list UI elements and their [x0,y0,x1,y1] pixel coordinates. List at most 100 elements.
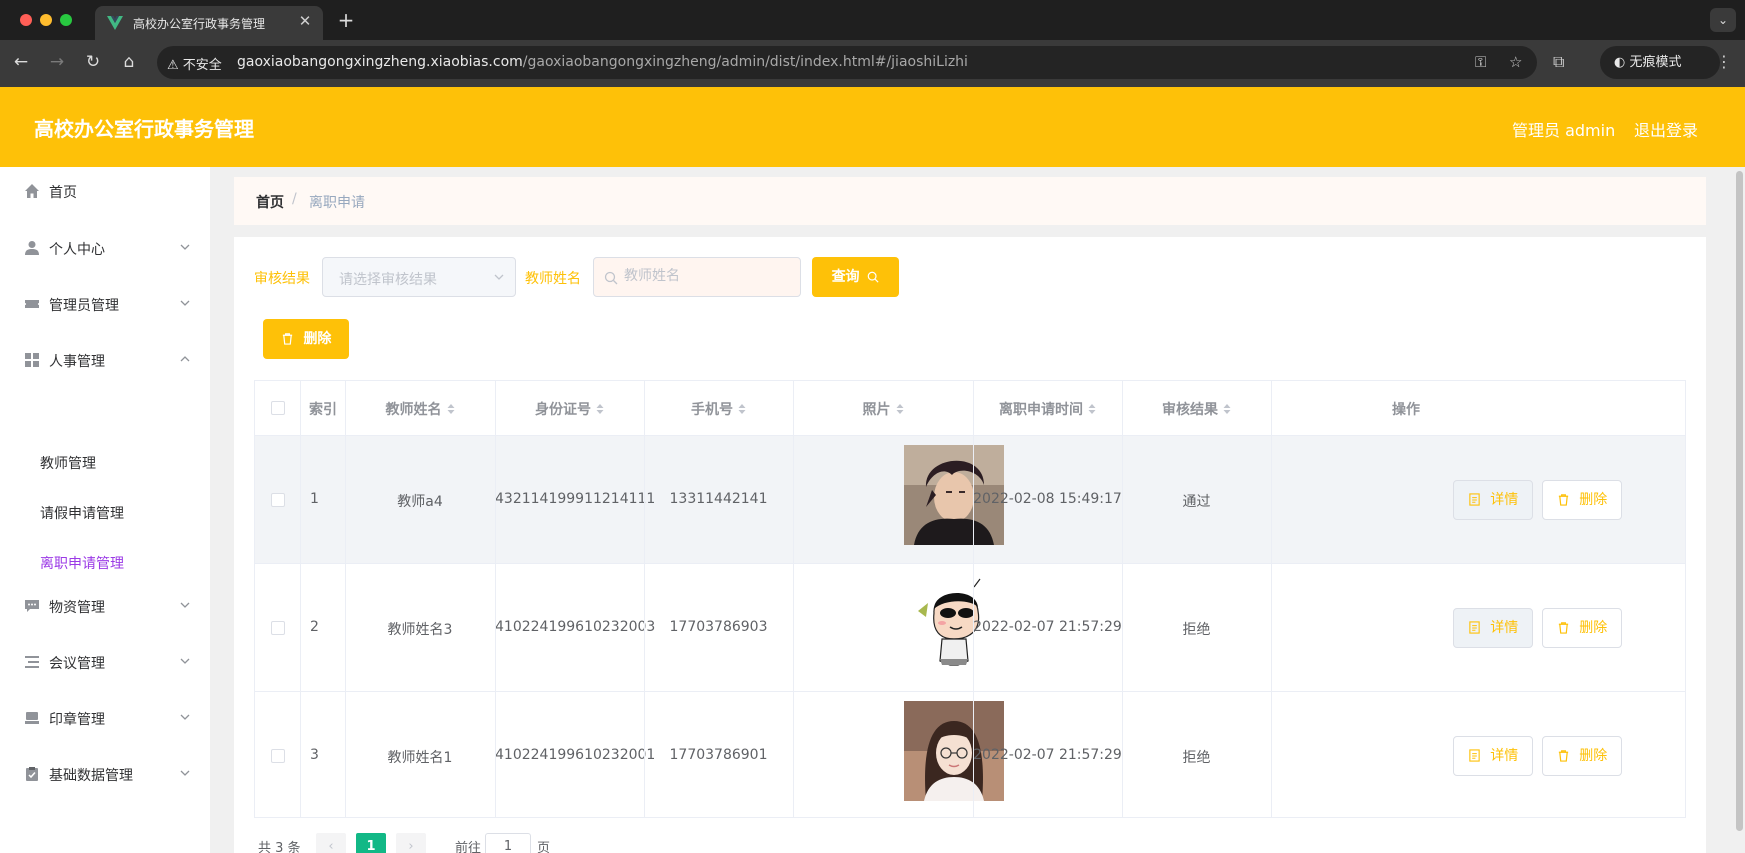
row-checkbox[interactable] [271,749,285,763]
detail-button-label: 详情 [1490,620,1519,636]
detail-button[interactable]: 详情 [1453,736,1533,776]
browser-menu-icon[interactable]: ⋮ [1716,52,1732,71]
app-viewport: 高校办公室行政事务管理 管理员 admin 退出登录 首页 个人中心 管理员管理… [0,87,1745,853]
teacher-name-field[interactable] [593,257,801,297]
sidebar-item-label: 物资管理 [49,600,105,616]
ticket-icon [25,300,39,308]
header-application-time[interactable]: 离职申请时间 [973,399,1122,419]
sidebar-item-seal-management[interactable]: 印章管理 [0,698,210,738]
extensions-puzzle-icon[interactable]: ⧉ [1553,52,1564,72]
new-tab-icon[interactable]: + [335,8,357,32]
close-window-button[interactable] [20,14,32,26]
row-delete-button[interactable]: 删除 [1542,608,1622,648]
cell-index: 1 [310,491,319,507]
forward-arrow-icon[interactable]: → [45,52,69,72]
next-page-button[interactable]: › [396,833,426,853]
detail-button-label: 详情 [1490,492,1519,508]
header-teacher-name[interactable]: 教师姓名 [345,399,495,419]
sidebar-subitem-resignation-application[interactable]: 离职申请管理 [40,553,124,573]
batch-delete-button[interactable]: 删除 [263,319,349,359]
back-arrow-icon[interactable]: ← [9,52,33,72]
maximize-window-button[interactable] [60,14,72,26]
review-result-label: 审核结果 [254,271,310,287]
cell-index: 3 [310,747,319,763]
row-delete-button[interactable]: 删除 [1542,736,1622,776]
address-bar[interactable]: ⚠ 不安全 gaoxiaobangongxingzheng.xiaobias.c… [157,46,1537,79]
chevron-down-icon [180,300,190,306]
browser-tab[interactable]: 高校办公室行政事务管理 ✕ [95,6,323,40]
sort-icon[interactable] [1223,403,1231,415]
sidebar-item-label: 首页 [49,185,77,201]
sidebar-menu: 首页 个人中心 管理员管理 人事管理 教师管理 请假申请管理 离职申请管理 物资… [0,167,210,853]
document-icon [1469,620,1480,634]
breadcrumb-home[interactable]: 首页 [256,192,284,212]
sidebar-subitem-leave-application[interactable]: 请假申请管理 [40,503,124,523]
not-secure-indicator[interactable]: ⚠ 不安全 [167,54,222,73]
trash-icon [1558,493,1568,506]
header-id-card[interactable]: 身份证号 [495,399,644,419]
bookmark-star-icon[interactable]: ☆ [1509,53,1522,71]
header-teacher-name-label: 教师姓名 [385,402,442,418]
page-number-button[interactable]: 1 [356,833,386,853]
home-button-icon[interactable]: ⌂ [117,52,141,72]
cell-application-time: 2022-02-07 21:57:29 [973,747,1122,763]
sidebar-subitem-teacher-management[interactable]: 教师管理 [40,453,96,473]
admin-user-label: 管理员 admin [1512,121,1616,140]
sidebar-item-label: 管理员管理 [49,298,119,314]
row-checkbox[interactable] [271,621,285,635]
sidebar-item-meeting-management[interactable]: 会议管理 [0,642,210,682]
sidebar-item-home[interactable]: 首页 [0,171,210,211]
header-phone-label: 手机号 [691,402,733,418]
tab-search-chevron-icon[interactable]: ⌄ [1710,8,1736,32]
chevron-up-icon [180,356,190,362]
trash-icon [282,332,292,345]
password-key-icon[interactable]: ⚿ [1475,53,1486,71]
sort-icon[interactable] [447,403,455,415]
goto-page-input[interactable]: 1 [485,833,531,853]
detail-button[interactable]: 详情 [1453,608,1533,648]
trash-icon [1558,621,1568,634]
header-photo[interactable]: 照片 [793,399,973,419]
header-review-result[interactable]: 审核结果 [1122,399,1271,419]
logout-link[interactable]: 退出登录 [1634,117,1698,141]
app-title: 高校办公室行政事务管理 [34,117,254,141]
query-button[interactable]: 查询 [812,257,899,297]
column-divider [300,381,301,817]
row-delete-button[interactable]: 删除 [1542,480,1622,520]
not-secure-label: 不安全 [182,58,222,73]
sidebar-item-label: 会议管理 [49,656,105,672]
sidebar-item-personal-center[interactable]: 个人中心 [0,228,210,268]
query-button-label: 查询 [831,269,860,285]
search-icon [604,271,618,285]
sort-icon[interactable] [738,403,746,415]
column-divider [1122,381,1123,817]
table-row: 2 教师姓名3 410224199610232003 17703786903 2… [255,564,1685,692]
sort-icon[interactable] [1088,403,1096,415]
page-scrollbar-thumb[interactable] [1736,171,1743,831]
breadcrumb: 首页 / 离职申请 [234,177,1706,225]
incognito-indicator[interactable]: ◐ 无痕模式 [1600,46,1720,79]
breadcrumb-separator: / [292,191,297,207]
cell-teacher-name: 教师姓名1 [387,750,453,766]
reload-icon[interactable]: ↻ [81,52,105,72]
user-icon [25,241,39,255]
detail-button[interactable]: 详情 [1453,480,1533,520]
sort-icon[interactable] [896,403,904,415]
sidebar-item-hr-management[interactable]: 人事管理 [0,340,210,380]
sort-icon[interactable] [596,403,604,415]
tab-close-icon[interactable]: ✕ [295,12,315,30]
sidebar-item-basic-data-management[interactable]: 基础数据管理 [0,754,210,794]
select-all-checkbox[interactable] [271,401,285,415]
url-text[interactable]: gaoxiaobangongxingzheng.xiaobias.com/gao… [237,54,968,70]
column-divider [495,381,496,817]
prev-page-button[interactable]: ‹ [316,833,346,853]
sidebar-item-admin-management[interactable]: 管理员管理 [0,284,210,324]
minimize-window-button[interactable] [40,14,52,26]
sidebar-item-materials-management[interactable]: 物资管理 [0,586,210,626]
row-checkbox[interactable] [271,493,285,507]
main-content: 审核结果 请选择审核结果 教师姓名 查询 删除 索引 教师姓名 身份证号 手机号 [234,237,1706,853]
header-phone[interactable]: 手机号 [644,399,793,419]
review-result-select[interactable]: 请选择审核结果 [322,257,516,297]
teacher-name-input[interactable] [624,268,794,284]
breadcrumb-current: 离职申请 [309,195,365,211]
